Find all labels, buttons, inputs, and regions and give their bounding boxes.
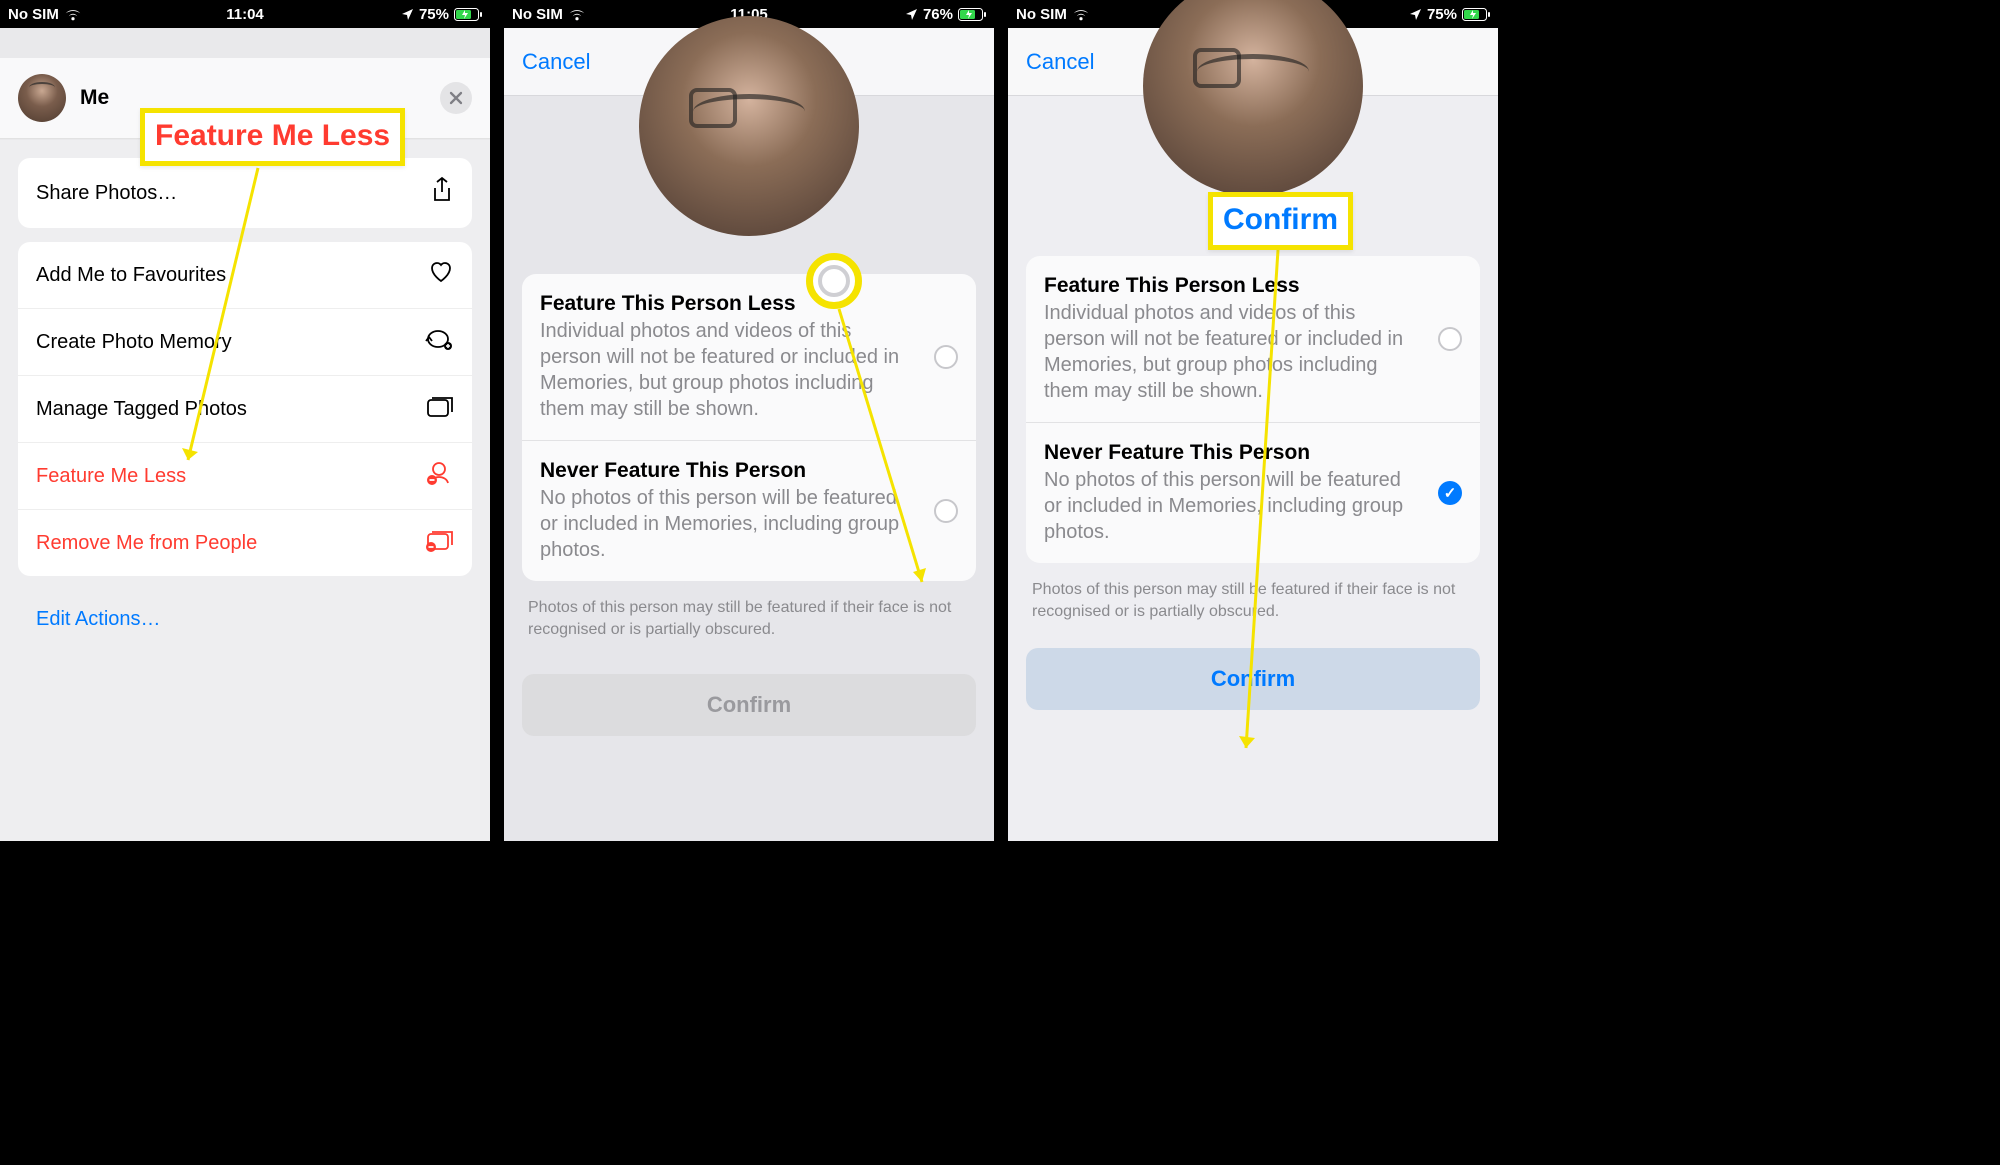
location-icon xyxy=(401,8,414,21)
create-memory-row[interactable]: Create Photo Memory xyxy=(18,308,472,375)
wifi-icon xyxy=(64,8,82,21)
modal-background: Cancel Me Feature This Person Less Indiv… xyxy=(1008,28,1498,841)
add-favourites-label: Add Me to Favourites xyxy=(36,264,226,287)
manage-tagged-label: Manage Tagged Photos xyxy=(36,398,247,421)
memory-icon xyxy=(424,327,454,357)
option-title: Never Feature This Person xyxy=(1044,441,1422,465)
wifi-icon xyxy=(1072,8,1090,21)
feature-me-less-row[interactable]: Feature Me Less xyxy=(18,442,472,509)
share-photos-row[interactable]: Share Photos… xyxy=(18,158,472,228)
share-icon xyxy=(430,176,454,210)
option-never-feature[interactable]: Never Feature This Person No photos of t… xyxy=(1026,422,1480,563)
phone-screen-1: No SIM 11:04 75% Me S xyxy=(0,0,490,841)
battery-icon xyxy=(1462,8,1490,21)
callout-feature-me-less: Feature Me Less xyxy=(140,108,405,166)
option-never-feature[interactable]: Never Feature This Person No photos of t… xyxy=(522,440,976,581)
option-description: Individual photos and videos of this per… xyxy=(540,318,918,422)
option-feature-less[interactable]: Feature This Person Less Individual phot… xyxy=(522,274,976,440)
radio-unchecked-icon[interactable] xyxy=(1438,327,1462,351)
phone-screen-3: No SIM 11:04 75% Cancel Me Feature This … xyxy=(1008,0,1498,841)
radio-unchecked-icon[interactable] xyxy=(934,499,958,523)
battery-percent: 76% xyxy=(923,6,953,23)
footnote: Photos of this person may still be featu… xyxy=(1008,563,1498,626)
option-title: Feature This Person Less xyxy=(1044,274,1422,298)
feature-me-less-label: Feature Me Less xyxy=(36,465,186,488)
action-sheet-background: Me Share Photos… Add Me to Favourites xyxy=(0,28,490,841)
option-feature-less[interactable]: Feature This Person Less Individual phot… xyxy=(1026,256,1480,422)
options-list: Feature This Person Less Individual phot… xyxy=(522,274,976,581)
sheet-body: Share Photos… Add Me to Favourites Creat… xyxy=(0,140,490,841)
person-name: Me xyxy=(80,86,109,110)
option-title: Feature This Person Less xyxy=(540,292,918,316)
option-title: Never Feature This Person xyxy=(540,459,918,483)
radio-checked-icon[interactable]: ✓ xyxy=(1438,481,1462,505)
add-favourites-row[interactable]: Add Me to Favourites xyxy=(18,242,472,308)
carrier-label: No SIM xyxy=(512,6,563,23)
callout-confirm: Confirm xyxy=(1208,192,1353,250)
share-group: Share Photos… xyxy=(18,158,472,228)
tap-indicator xyxy=(806,253,862,309)
carrier-label: No SIM xyxy=(1016,6,1067,23)
remove-stack-icon xyxy=(424,528,454,558)
footnote: Photos of this person may still be featu… xyxy=(504,581,994,644)
location-icon xyxy=(905,8,918,21)
heart-icon xyxy=(428,260,454,290)
battery-icon xyxy=(958,8,986,21)
actions-group: Add Me to Favourites Create Photo Memory… xyxy=(18,242,472,576)
status-bar: No SIM 11:04 75% xyxy=(0,0,490,28)
confirm-button[interactable]: Confirm xyxy=(1026,648,1480,710)
share-photos-label: Share Photos… xyxy=(36,182,177,205)
option-description: Individual photos and videos of this per… xyxy=(1044,300,1422,404)
option-description: No photos of this person will be feature… xyxy=(540,485,918,563)
confirm-button[interactable]: Confirm xyxy=(522,674,976,736)
location-icon xyxy=(1409,8,1422,21)
radio-unchecked-icon[interactable] xyxy=(934,345,958,369)
person-minus-icon xyxy=(426,461,454,491)
clock: 11:04 xyxy=(226,6,264,23)
person-avatar xyxy=(18,74,66,122)
options-list: Feature This Person Less Individual phot… xyxy=(1026,256,1480,563)
battery-percent: 75% xyxy=(419,6,449,23)
phone-screen-2: No SIM 11:05 76% Cancel Me Feature This … xyxy=(504,0,994,841)
photos-stack-icon xyxy=(426,394,454,424)
wifi-icon xyxy=(568,8,586,21)
option-description: No photos of this person will be feature… xyxy=(1044,467,1422,545)
close-button[interactable] xyxy=(440,82,472,114)
carrier-label: No SIM xyxy=(8,6,59,23)
cancel-button[interactable]: Cancel xyxy=(1026,49,1094,75)
modal-background: Cancel Me Feature This Person Less Indiv… xyxy=(504,28,994,841)
battery-icon xyxy=(454,8,482,21)
manage-tagged-row[interactable]: Manage Tagged Photos xyxy=(18,375,472,442)
battery-percent: 75% xyxy=(1427,6,1457,23)
cancel-button[interactable]: Cancel xyxy=(522,49,590,75)
edit-actions-link[interactable]: Edit Actions… xyxy=(18,590,472,649)
person-avatar-large xyxy=(639,96,859,256)
create-memory-label: Create Photo Memory xyxy=(36,331,232,354)
remove-person-row[interactable]: Remove Me from People xyxy=(18,509,472,576)
remove-person-label: Remove Me from People xyxy=(36,532,257,555)
